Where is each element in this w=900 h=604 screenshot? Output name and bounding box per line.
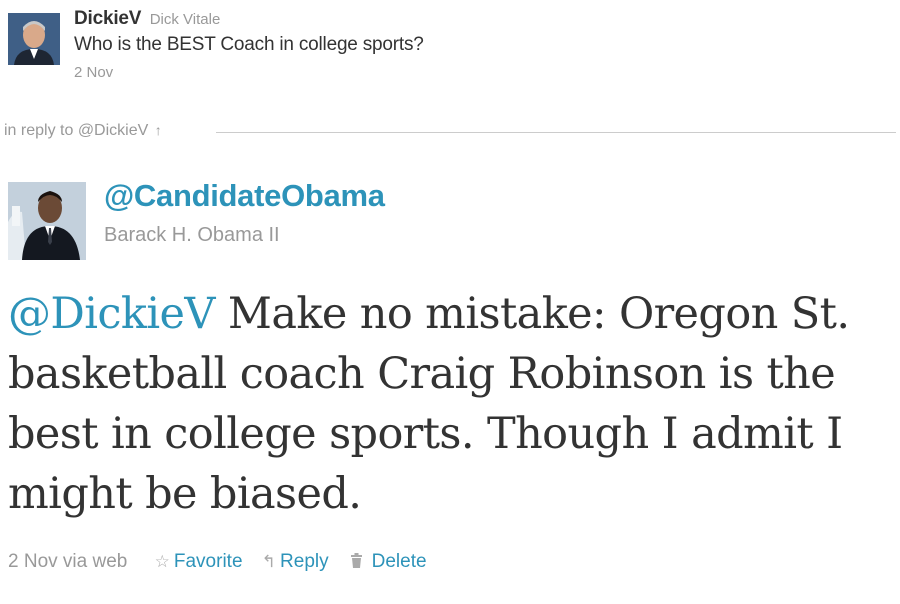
main-full-name: Barack H. Obama II xyxy=(104,224,280,246)
delete-button[interactable]: Delete xyxy=(350,551,427,572)
parent-full-name: Dick Vitale xyxy=(149,11,221,28)
parent-tweet-date[interactable]: 2 Nov xyxy=(74,64,424,81)
reply-context: in reply to @DickieV ↑ xyxy=(4,120,896,144)
main-screen-name[interactable]: @CandidateObama xyxy=(104,178,385,214)
reply-label: Reply xyxy=(280,551,329,572)
trash-icon xyxy=(350,552,368,571)
up-arrow-icon: ↑ xyxy=(154,122,162,138)
mention-link[interactable]: @DickieV xyxy=(8,289,215,339)
divider xyxy=(216,132,896,133)
parent-tweet-text: Who is the BEST Coach in college sports? xyxy=(74,34,424,55)
person-photo-icon xyxy=(8,182,86,260)
reply-button[interactable]: ↰ Reply xyxy=(262,551,329,572)
favorite-button[interactable]: ☆ Favorite xyxy=(155,551,243,572)
main-avatar[interactable] xyxy=(8,182,86,260)
tweet-text: @DickieV Make no mistake: Oregon St. bas… xyxy=(8,284,888,524)
delete-label: Delete xyxy=(371,551,427,572)
tweet-timestamp[interactable]: 2 Nov via web xyxy=(8,551,127,572)
star-icon: ☆ xyxy=(154,552,170,571)
person-photo-icon xyxy=(8,13,60,65)
parent-avatar[interactable] xyxy=(8,13,60,65)
parent-screen-name[interactable]: DickieV xyxy=(74,8,141,29)
in-reply-to-link[interactable]: in reply to @DickieV ↑ xyxy=(4,122,162,140)
in-reply-to-label: in reply to @DickieV xyxy=(4,122,149,139)
favorite-label: Favorite xyxy=(173,551,243,572)
parent-tweet: DickieV Dick Vitale Who is the BEST Coac… xyxy=(8,8,888,100)
tweet-actions: 2 Nov via web ☆ Favorite ↰ Reply Delete xyxy=(8,551,427,577)
reply-arrow-icon: ↰ xyxy=(261,552,277,571)
